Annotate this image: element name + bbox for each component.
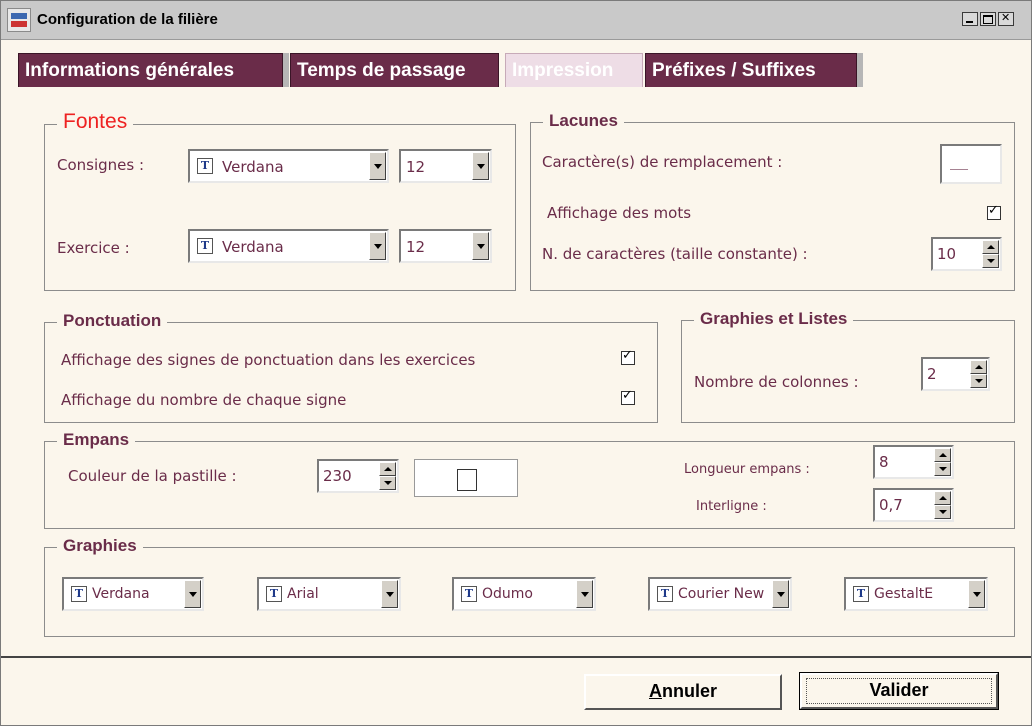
chevron-down-icon[interactable]: [968, 580, 985, 608]
close-button[interactable]: [998, 11, 1014, 26]
graphie-font-select-1[interactable]: T Verdana: [62, 577, 204, 611]
color-swatch[interactable]: [414, 459, 518, 497]
graphie-font-select-3[interactable]: T Odumo: [452, 577, 596, 611]
nombre-colonnes-label: Nombre de colonnes :: [694, 373, 859, 391]
remplacement-input[interactable]: __: [940, 144, 1002, 184]
title-bar: Configuration de la filière: [1, 1, 1031, 40]
interligne-label: Interligne :: [696, 499, 767, 514]
arrow-down-icon[interactable]: [379, 476, 396, 490]
chevron-down-icon[interactable]: [472, 152, 489, 180]
truetype-font-icon: T: [657, 586, 673, 602]
empans-legend: Empans: [57, 430, 136, 450]
exercice-label: Exercice :: [57, 239, 130, 257]
longueur-empans-label: Longueur empans :: [684, 462, 810, 477]
arrow-down-icon[interactable]: [982, 254, 999, 268]
truetype-font-icon: T: [197, 238, 213, 254]
tab-separator: [283, 53, 289, 87]
minimize-button[interactable]: [962, 12, 978, 26]
tab-temps-de-passage[interactable]: Temps de passage: [290, 53, 499, 87]
tab-separator: [857, 53, 863, 87]
consignes-font-select[interactable]: T Verdana: [188, 149, 389, 183]
arrow-up-icon[interactable]: [934, 491, 951, 505]
truetype-font-icon: T: [853, 586, 869, 602]
arrow-up-icon[interactable]: [934, 448, 951, 462]
remplacement-label: Caractère(s) de remplacement :: [542, 153, 783, 171]
arrow-down-icon[interactable]: [970, 374, 987, 388]
arrow-up-icon[interactable]: [379, 462, 396, 476]
graphies-listes-legend: Graphies et Listes: [694, 309, 854, 329]
graphies-legend: Graphies: [57, 536, 143, 556]
affichage-mots-checkbox[interactable]: [987, 203, 1001, 220]
tab-impression[interactable]: Impression: [505, 53, 643, 87]
couleur-pastille-stepper[interactable]: 230: [317, 459, 399, 493]
empans-group: Empans: [44, 430, 1015, 529]
nombre-signe-checkbox[interactable]: [621, 388, 635, 405]
chevron-down-icon[interactable]: [369, 152, 386, 180]
app-icon: [7, 8, 31, 32]
window-title: Configuration de la filière: [37, 11, 218, 28]
arrow-up-icon[interactable]: [970, 360, 987, 374]
couleur-pastille-label: Couleur de la pastille :: [68, 467, 237, 485]
nb-caracteres-stepper[interactable]: 10: [931, 237, 1002, 271]
exercice-size-select[interactable]: 12: [399, 229, 492, 263]
footer-separator: [1, 656, 1031, 658]
tab-prefixes-suffixes[interactable]: Préfixes / Suffixes: [645, 53, 857, 87]
signes-ponctuation-checkbox[interactable]: [621, 348, 635, 365]
exercice-font-select[interactable]: T Verdana: [188, 229, 389, 263]
arrow-up-icon[interactable]: [982, 240, 999, 254]
consignes-size-select[interactable]: 12: [399, 149, 492, 183]
chevron-down-icon[interactable]: [184, 580, 201, 608]
focus-rect: [806, 678, 992, 704]
consignes-label: Consignes :: [57, 156, 145, 174]
arrow-down-icon[interactable]: [934, 505, 951, 519]
truetype-font-icon: T: [197, 158, 213, 174]
maximize-button[interactable]: [980, 12, 996, 26]
graphie-font-select-5[interactable]: T GestaltE: [844, 577, 988, 611]
nombre-colonnes-stepper[interactable]: 2: [921, 357, 990, 391]
truetype-font-icon: T: [266, 586, 282, 602]
config-window: Configuration de la filière Informations…: [0, 0, 1032, 726]
chevron-down-icon[interactable]: [369, 232, 386, 260]
nombre-signe-label: Affichage du nombre de chaque signe: [61, 391, 347, 409]
graphie-font-select-4[interactable]: T Courier New: [648, 577, 792, 611]
color-preview: [457, 469, 477, 491]
affichage-mots-label: Affichage des mots: [547, 204, 692, 222]
arrow-down-icon[interactable]: [934, 462, 951, 476]
valider-button[interactable]: Valider: [799, 672, 999, 710]
interligne-stepper[interactable]: 0,7: [873, 488, 954, 522]
chevron-down-icon[interactable]: [472, 232, 489, 260]
graphie-font-select-2[interactable]: T Arial: [257, 577, 401, 611]
signes-ponctuation-label: Affichage des signes de ponctuation dans…: [61, 351, 476, 369]
truetype-font-icon: T: [461, 586, 477, 602]
lacunes-legend: Lacunes: [543, 111, 624, 131]
truetype-font-icon: T: [71, 586, 87, 602]
longueur-empans-stepper[interactable]: 8: [873, 445, 954, 479]
chevron-down-icon[interactable]: [576, 580, 593, 608]
chevron-down-icon[interactable]: [381, 580, 398, 608]
ponctuation-legend: Ponctuation: [57, 311, 168, 331]
annuler-button[interactable]: Annuler: [584, 674, 782, 710]
fontes-legend: Fontes: [57, 110, 134, 134]
chevron-down-icon[interactable]: [772, 580, 789, 608]
nb-caracteres-label: N. de caractères (taille constante) :: [542, 245, 808, 263]
tab-informations-generales[interactable]: Informations générales: [18, 53, 283, 87]
